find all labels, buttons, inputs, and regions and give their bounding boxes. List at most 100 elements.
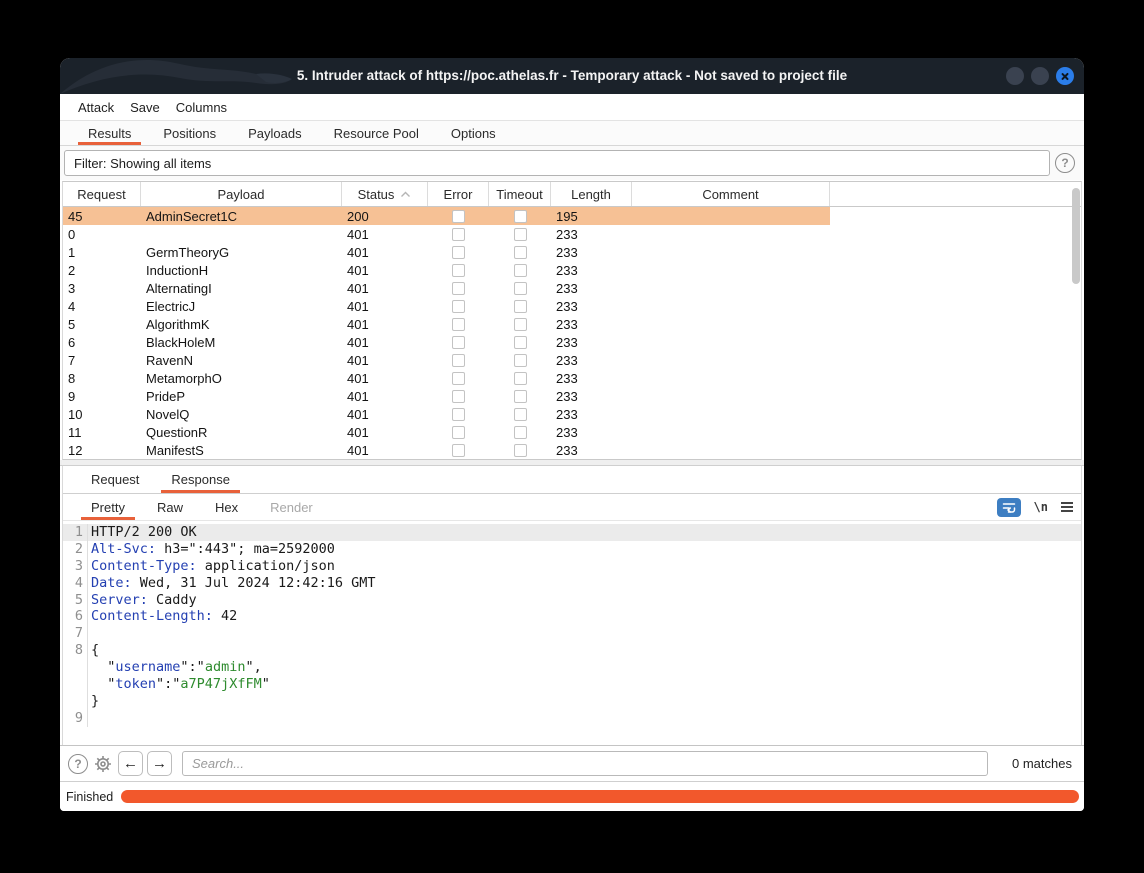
code-line: 6Content-Length: 42: [63, 608, 1081, 625]
line-number: 5: [63, 592, 87, 609]
error-checkbox[interactable]: [452, 372, 465, 385]
error-checkbox[interactable]: [452, 264, 465, 277]
payload-cell: AlternatingI: [141, 279, 342, 297]
line-content: [87, 625, 1081, 642]
table-row[interactable]: 45AdminSecret1C200195: [63, 207, 830, 225]
request-cell: 10: [63, 405, 141, 423]
tab-response[interactable]: Response: [155, 466, 246, 493]
col-header-status[interactable]: Status: [342, 182, 428, 206]
timeout-checkbox-cell: [489, 225, 551, 243]
newline-icon[interactable]: \n: [1034, 500, 1048, 514]
tab-hex[interactable]: Hex: [199, 494, 254, 520]
response-code-view: 1HTTP/2 200 OK2Alt-Svc: h3=":443"; ma=25…: [63, 522, 1081, 745]
table-row[interactable]: 4ElectricJ401233: [63, 297, 830, 315]
error-checkbox[interactable]: [452, 354, 465, 367]
tab-resource-pool[interactable]: Resource Pool: [318, 121, 435, 145]
line-number: 3: [63, 558, 87, 575]
timeout-checkbox-cell: [489, 261, 551, 279]
table-row[interactable]: 7RavenN401233: [63, 351, 830, 369]
length-cell: 233: [551, 297, 632, 315]
timeout-checkbox[interactable]: [514, 210, 527, 223]
previous-match-button[interactable]: ←: [118, 751, 143, 776]
timeout-checkbox[interactable]: [514, 444, 527, 457]
error-checkbox[interactable]: [452, 282, 465, 295]
col-header-payload[interactable]: Payload: [141, 182, 342, 206]
search-help-icon[interactable]: ?: [68, 754, 88, 774]
table-row[interactable]: 0401233: [63, 225, 830, 243]
table-row[interactable]: 3AlternatingI401233: [63, 279, 830, 297]
timeout-checkbox[interactable]: [514, 318, 527, 331]
search-settings-gear-icon[interactable]: [93, 754, 113, 774]
table-row[interactable]: 11QuestionR401233: [63, 423, 830, 441]
error-checkbox[interactable]: [452, 408, 465, 421]
minimize-button[interactable]: [1006, 67, 1024, 85]
comment-cell: [632, 261, 830, 279]
col-header-comment[interactable]: Comment: [632, 182, 830, 206]
timeout-checkbox[interactable]: [514, 426, 527, 439]
code-line: 7: [63, 625, 1081, 642]
error-checkbox-cell: [428, 207, 489, 225]
request-cell: 11: [63, 423, 141, 441]
table-row[interactable]: 12ManifestS401233: [63, 441, 830, 459]
menu-save[interactable]: Save: [122, 94, 168, 120]
close-button[interactable]: [1056, 67, 1074, 85]
col-header-timeout[interactable]: Timeout: [489, 182, 551, 206]
window-title: 5. Intruder attack of https://poc.athela…: [180, 58, 964, 94]
timeout-checkbox-cell: [489, 207, 551, 225]
error-checkbox[interactable]: [452, 426, 465, 439]
filter-input[interactable]: Filter: Showing all items: [64, 150, 1050, 176]
timeout-checkbox[interactable]: [514, 246, 527, 259]
table-row[interactable]: 1GermTheoryG401233: [63, 243, 830, 261]
timeout-checkbox[interactable]: [514, 300, 527, 313]
timeout-checkbox[interactable]: [514, 408, 527, 421]
payload-cell: GermTheoryG: [141, 243, 342, 261]
timeout-checkbox[interactable]: [514, 282, 527, 295]
title-bar: 5. Intruder attack of https://poc.athela…: [60, 58, 1084, 94]
error-checkbox[interactable]: [452, 336, 465, 349]
timeout-checkbox[interactable]: [514, 336, 527, 349]
table-row[interactable]: 8MetamorphO401233: [63, 369, 830, 387]
timeout-checkbox[interactable]: [514, 264, 527, 277]
timeout-checkbox[interactable]: [514, 228, 527, 241]
status-cell: 401: [342, 369, 428, 387]
tab-pretty[interactable]: Pretty: [75, 494, 141, 520]
table-row[interactable]: 6BlackHoleM401233: [63, 333, 830, 351]
payload-cell: AdminSecret1C: [141, 207, 342, 225]
maximize-button[interactable]: [1031, 67, 1049, 85]
length-cell: 233: [551, 243, 632, 261]
attack-status-label: Finished: [64, 790, 121, 804]
word-wrap-icon[interactable]: [997, 498, 1021, 517]
error-checkbox[interactable]: [452, 444, 465, 457]
table-row[interactable]: 5AlgorithmK401233: [63, 315, 830, 333]
error-checkbox-cell: [428, 351, 489, 369]
tab-request[interactable]: Request: [75, 466, 155, 493]
search-input[interactable]: Search...: [182, 751, 988, 776]
tab-positions[interactable]: Positions: [147, 121, 232, 145]
table-scrollbar-thumb[interactable]: [1072, 188, 1080, 284]
timeout-checkbox[interactable]: [514, 390, 527, 403]
menu-columns[interactable]: Columns: [168, 94, 235, 120]
tab-results[interactable]: Results: [72, 121, 147, 145]
col-header-length[interactable]: Length: [551, 182, 632, 206]
error-checkbox[interactable]: [452, 246, 465, 259]
error-checkbox[interactable]: [452, 228, 465, 241]
menu-attack[interactable]: Attack: [70, 94, 122, 120]
menu-icon[interactable]: [1061, 502, 1073, 512]
col-header-error[interactable]: Error: [428, 182, 489, 206]
timeout-checkbox[interactable]: [514, 372, 527, 385]
table-row[interactable]: 2InductionH401233: [63, 261, 830, 279]
timeout-checkbox[interactable]: [514, 354, 527, 367]
tab-options[interactable]: Options: [435, 121, 512, 145]
tab-raw[interactable]: Raw: [141, 494, 199, 520]
next-match-button[interactable]: →: [147, 751, 172, 776]
error-checkbox[interactable]: [452, 300, 465, 313]
error-checkbox[interactable]: [452, 390, 465, 403]
col-header-request[interactable]: Request: [63, 182, 141, 206]
filter-help-icon[interactable]: ?: [1055, 153, 1075, 173]
error-checkbox[interactable]: [452, 210, 465, 223]
table-row[interactable]: 9PrideP401233: [63, 387, 830, 405]
table-row[interactable]: 10NovelQ401233: [63, 405, 830, 423]
tab-payloads[interactable]: Payloads: [232, 121, 317, 145]
menu-bar: Attack Save Columns: [60, 94, 1084, 121]
error-checkbox[interactable]: [452, 318, 465, 331]
